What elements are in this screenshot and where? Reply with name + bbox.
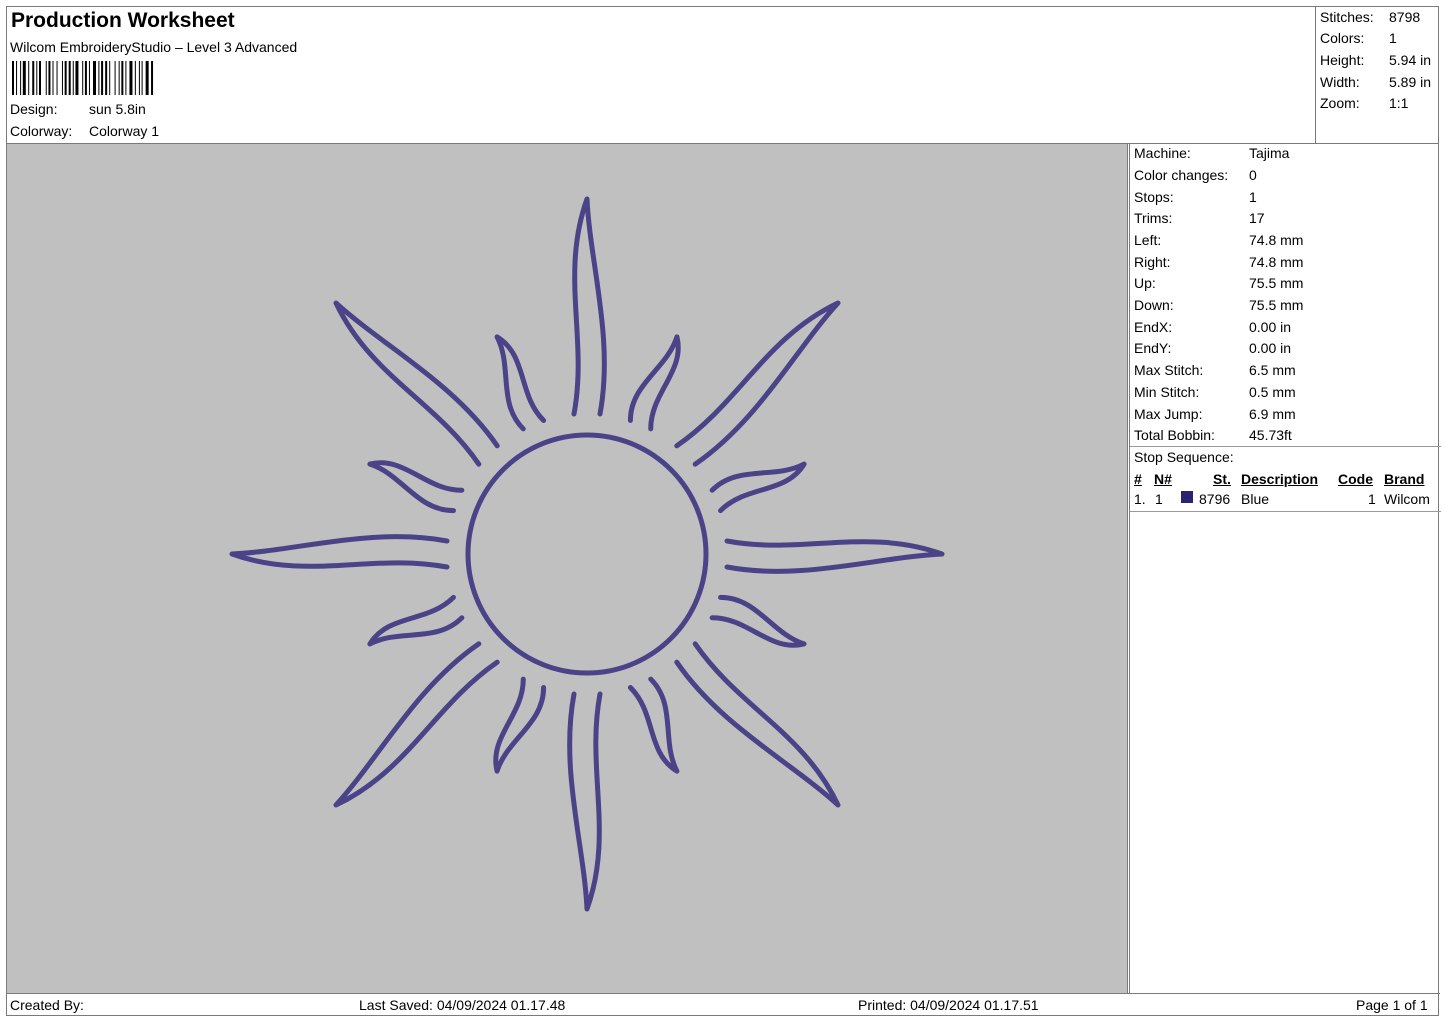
spec-row: Max Stitch: 6.5 mm [1134, 362, 1296, 378]
production-worksheet: Production Worksheet Wilcom EmbroiderySt… [6, 6, 1441, 1016]
spec-row: Trims: 17 [1134, 210, 1265, 226]
summary-row: Zoom: 1:1 [1320, 95, 1409, 111]
spec-row: Up: 75.5 mm [1134, 275, 1304, 291]
spec-row: EndX: 0.00 in [1134, 319, 1292, 335]
design-row: Design: sun 5.8in [10, 101, 146, 117]
stop-description: Blue [1241, 491, 1270, 507]
summary-row: Stitches: 8798 [1320, 9, 1421, 25]
thread-color-swatch [1181, 491, 1193, 503]
stop-needle: 1 [1155, 491, 1163, 507]
summary-row: Width: 5.89 in [1320, 74, 1432, 90]
stop-code: 1 [1368, 491, 1376, 507]
sun-ray [571, 196, 607, 417]
software-name: Wilcom EmbroideryStudio – Level 3 Advanc… [10, 39, 298, 55]
spec-row: Max Jump: 6.9 mm [1134, 406, 1296, 422]
stop-sequence-title: Stop Sequence: [1134, 449, 1234, 465]
details-panel: Machine: Tajima Color changes: 0 Stops: 1 T… [1129, 144, 1441, 993]
sun-ray [674, 641, 841, 808]
summary-row: Height: 5.94 in [1320, 52, 1432, 68]
sun-ray [493, 676, 547, 774]
machine-specs: Machine: Tajima Color changes: 0 Stops: 1 T… [1130, 144, 1441, 447]
sun-ray [333, 300, 500, 467]
col-header-code: Code [1338, 471, 1373, 487]
spec-row: Total Bobbin: 45.73ft [1134, 427, 1292, 443]
summary-row: Colors: 1 [1320, 30, 1397, 46]
sun-ray [494, 334, 547, 432]
spec-row: Stops: 1 [1134, 189, 1257, 205]
sun-ray [709, 461, 807, 514]
colorway-label: Colorway: [10, 123, 73, 139]
sun-ray [724, 538, 945, 574]
col-header-needle: N# [1154, 471, 1172, 487]
sun-ray [567, 691, 603, 912]
stop-number: 1. [1134, 491, 1146, 507]
stop-stitches: 8796 [1199, 491, 1231, 507]
stop-brand: Wilcom [1384, 491, 1430, 507]
spec-row: Machine: Tajima [1134, 145, 1290, 161]
created-by: Created By: [10, 997, 84, 1013]
sun-ray [709, 594, 807, 648]
summary-box: Stitches: 8798 Colors: 1 Height: 5.94 in Wi… [1315, 7, 1439, 144]
worksheet-header: Production Worksheet Wilcom EmbroiderySt… [7, 7, 1315, 144]
colorway-row: Colorway: Colorway 1 [10, 123, 159, 139]
sun-ray [674, 300, 841, 467]
spec-row: EndY: 0.00 in [1134, 340, 1292, 356]
col-header-description: Description [1241, 471, 1319, 487]
sun-ring [465, 432, 709, 676]
spec-row: Color changes: 0 [1134, 167, 1257, 183]
worksheet-footer: Created By: Last Saved: 04/09/2024 01.17… [7, 993, 1440, 1016]
divider [1130, 511, 1441, 512]
sun-ray [333, 641, 500, 808]
spec-row: Left: 74.8 mm [1134, 232, 1304, 248]
barcode-image [12, 61, 154, 95]
sun-ray [627, 334, 681, 432]
spec-row: Down: 75.5 mm [1134, 297, 1304, 313]
printed-date: Printed: 04/09/2024 01.17.51 [858, 997, 1039, 1013]
colorway-value: Colorway 1 [89, 123, 160, 139]
sun-ray [367, 460, 465, 514]
page-number: Page 1 of 1 [1356, 997, 1428, 1013]
sun-ray [367, 594, 465, 647]
sun-ray [229, 534, 450, 570]
design-value: sun 5.8in [89, 101, 146, 117]
col-header-stitches: St. [1213, 471, 1231, 487]
col-header-brand: Brand [1384, 471, 1425, 487]
design-preview [7, 144, 1128, 993]
last-saved: Last Saved: 04/09/2024 01.17.48 [359, 997, 566, 1013]
spec-row: Right: 74.8 mm [1134, 254, 1304, 270]
col-header-number: # [1134, 471, 1142, 487]
sun-ray [627, 676, 680, 774]
worksheet-title: Production Worksheet [11, 9, 235, 32]
spec-row: Min Stitch: 0.5 mm [1134, 384, 1296, 400]
design-label: Design: [10, 101, 58, 117]
sun-design-image [229, 196, 945, 912]
